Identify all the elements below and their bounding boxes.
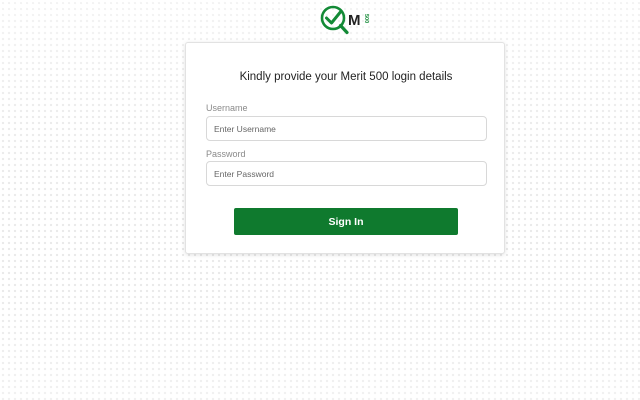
sign-in-button[interactable]: Sign In [234, 208, 458, 235]
login-card: Kindly provide your Merit 500 login deta… [185, 42, 505, 254]
merit-500-logo: M 500 [320, 5, 369, 35]
logo-letter: M [348, 12, 361, 29]
logo-number: 500 [363, 14, 369, 23]
username-input[interactable] [206, 116, 487, 141]
login-heading: Kindly provide your Merit 500 login deta… [239, 71, 453, 83]
username-label: Username [206, 103, 248, 113]
password-input[interactable] [206, 161, 487, 186]
login-page: M 500 Kindly provide your Merit 500 logi… [0, 0, 640, 400]
password-label: Password [206, 149, 246, 159]
